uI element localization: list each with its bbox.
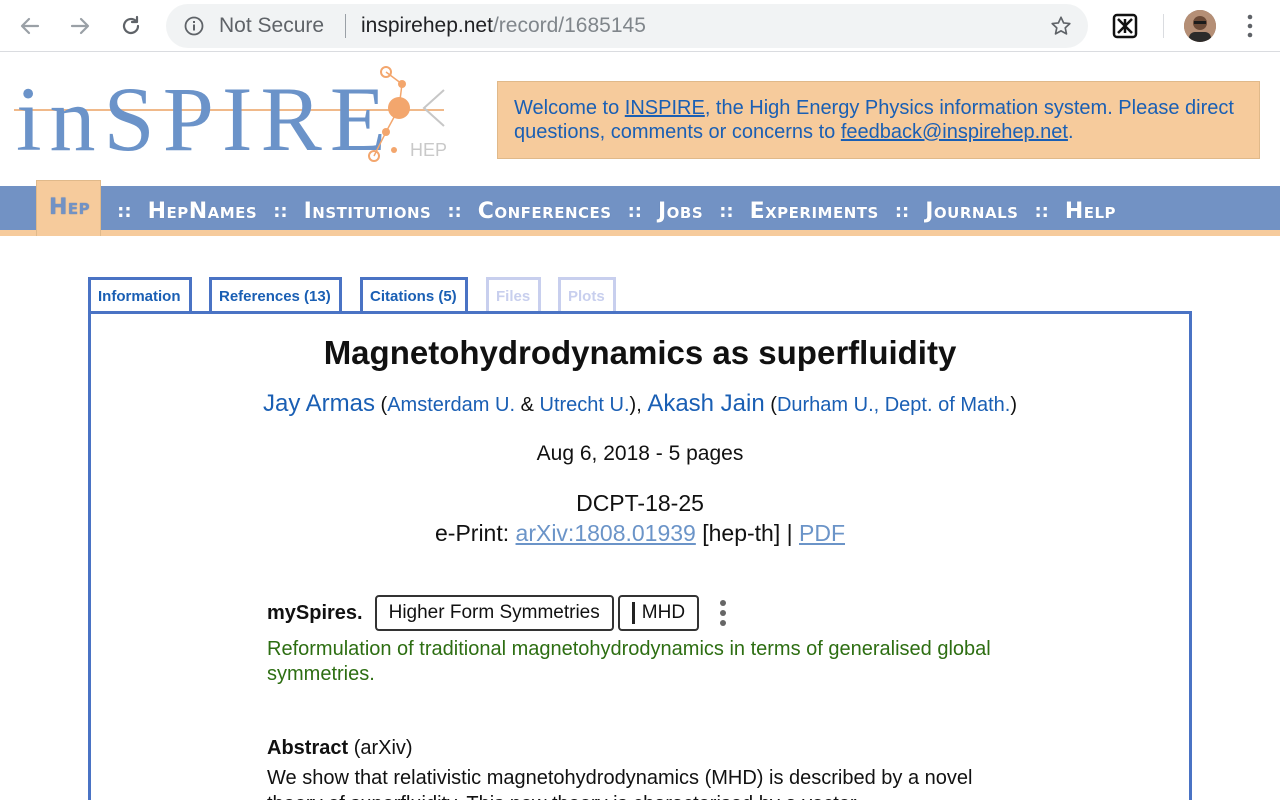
- security-label: Not Secure: [219, 14, 325, 37]
- welcome-suffix: .: [1067, 121, 1074, 143]
- affiliation-link[interactable]: Amsterdam U.: [387, 394, 515, 416]
- logo-sub: HEP: [410, 140, 447, 160]
- myspires-bar: mySpires. Higher Form Symmetries MHD: [267, 595, 731, 631]
- record-title: Magnetohydrodynamics as superfluidity: [323, 334, 957, 371]
- nav-separator: ::: [627, 200, 642, 222]
- nav-separator: ::: [1034, 200, 1049, 222]
- reload-button[interactable]: [115, 10, 147, 42]
- myspires-label: mySpires.: [267, 601, 363, 624]
- welcome-text: Welcome to: [514, 97, 625, 119]
- menu-dots-icon[interactable]: [1240, 12, 1260, 40]
- extension-icon[interactable]: [1112, 13, 1138, 39]
- tag-label: MHD: [641, 602, 686, 623]
- logo-wordmark: inSPIRE: [16, 68, 394, 170]
- nav-item-help[interactable]: Help: [1065, 199, 1116, 224]
- abstract-heading: Abstract (arXiv): [267, 737, 413, 760]
- url-text[interactable]: inspirehep.net/record/1685145: [361, 14, 646, 37]
- nav-separator: ::: [719, 200, 734, 222]
- affiliation-link[interactable]: Durham U., Dept. of Math.: [777, 394, 1010, 416]
- eprint-label: e-Print:: [435, 520, 510, 546]
- more-options-icon[interactable]: [715, 598, 731, 628]
- url-host: inspirehep.net: [361, 14, 493, 37]
- nav-item-experiments[interactable]: Experiments: [750, 199, 879, 224]
- eprint-line: e-Print: arXiv:1808.01939 [hep-th] | PDF: [91, 520, 1189, 547]
- nav-item-hep[interactable]: Hep: [36, 180, 102, 236]
- author-link[interactable]: Akash Jain: [647, 390, 764, 417]
- abstract-source: (arXiv): [353, 737, 413, 759]
- nav-separator: ::: [117, 200, 132, 222]
- nav-separator: ::: [894, 200, 910, 222]
- eprint-category: [hep-th]: [702, 520, 781, 546]
- text-cursor: [631, 602, 635, 624]
- main-navbar: Hep :: HepNames :: Institutions :: Confe…: [0, 180, 1280, 236]
- author-line: Jay Armas (Amsterdam U. & Utrecht U.), A…: [262, 390, 1018, 417]
- nav-item-conferences[interactable]: Conferences: [478, 199, 612, 224]
- avatar-image: [1184, 10, 1216, 42]
- nav-item-journals[interactable]: Journals: [925, 199, 1018, 224]
- author-link[interactable]: Jay Armas: [263, 390, 375, 417]
- nav-item-jobs[interactable]: Jobs: [658, 199, 703, 224]
- feedback-email-link[interactable]: feedback@inspirehep.net: [841, 121, 1068, 143]
- affiliation-link[interactable]: Utrecht U.: [540, 394, 630, 416]
- nav-separator: ::: [447, 200, 462, 222]
- record-panel: Magnetohydrodynamics as superfluidity Ja…: [88, 311, 1192, 800]
- tab-plots: Plots: [558, 277, 616, 313]
- pdf-link[interactable]: PDF: [799, 520, 845, 546]
- tab-references[interactable]: References (13): [209, 277, 342, 313]
- url-path: /record/1685145: [492, 14, 646, 37]
- nav-item-hepnames[interactable]: HepNames: [148, 199, 258, 224]
- abstract-text: We show that relativistic magnetohydrody…: [267, 767, 973, 800]
- browser-toolbar: Not Secure inspirehep.net/record/1685145: [0, 0, 1280, 52]
- abstract-title: Abstract: [267, 737, 349, 759]
- back-arrow-icon: [20, 17, 40, 35]
- myspires-note: Reformulation of traditional magnetohydr…: [267, 638, 991, 685]
- forward-button[interactable]: [64, 10, 96, 42]
- affiliation-amp: &: [520, 394, 534, 416]
- omnibox-divider: [345, 14, 346, 38]
- welcome-banner: Welcome to INSPIRE, the High Energy Phys…: [497, 81, 1260, 159]
- report-number: DCPT-18-25: [576, 490, 704, 516]
- tag-higher-form-symmetries[interactable]: Higher Form Symmetries: [374, 595, 614, 631]
- eprint-separator: |: [786, 520, 793, 546]
- tab-citations[interactable]: Citations (5): [360, 277, 468, 313]
- bookmark-star-icon[interactable]: [1050, 15, 1072, 37]
- nav-separator: ::: [273, 200, 288, 222]
- navbar-items: Hep :: HepNames :: Institutions :: Confe…: [36, 180, 1116, 236]
- reload-icon: [122, 15, 140, 35]
- profile-avatar[interactable]: [1184, 10, 1216, 42]
- date-pages: Aug 6, 2018 - 5 pages: [536, 442, 744, 465]
- forward-arrow-icon: [70, 17, 90, 35]
- toolbar-divider: [1163, 14, 1164, 38]
- info-icon[interactable]: [184, 16, 204, 36]
- tab-files: Files: [486, 277, 542, 313]
- arxiv-link[interactable]: arXiv:1808.01939: [516, 520, 696, 546]
- address-bar[interactable]: Not Secure inspirehep.net/record/1685145: [166, 4, 1088, 48]
- back-button[interactable]: [14, 10, 46, 42]
- tag-label: Higher Form Symmetries: [388, 602, 600, 623]
- inspire-logo[interactable]: inSPIRE HEP: [14, 60, 474, 170]
- tag-mhd[interactable]: MHD: [617, 595, 700, 631]
- nav-item-institutions[interactable]: Institutions: [304, 199, 432, 224]
- inspire-link[interactable]: INSPIRE: [625, 97, 705, 119]
